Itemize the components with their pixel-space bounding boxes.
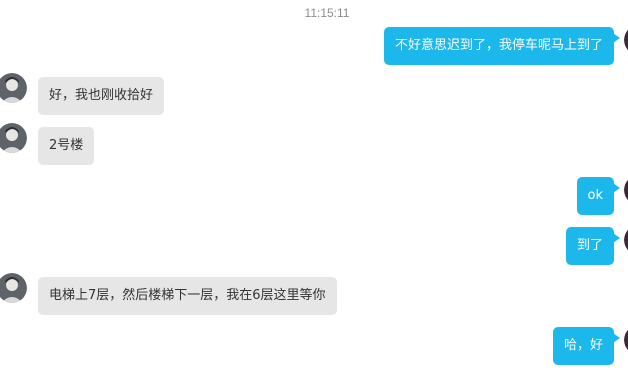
- user-avatar[interactable]: [624, 175, 628, 205]
- contact-avatar-icon: [0, 73, 27, 103]
- contact-avatar-icon: [0, 273, 27, 303]
- contact-avatar[interactable]: [0, 73, 27, 103]
- message-bubble-incoming[interactable]: 好，我也刚收拾好: [38, 77, 165, 115]
- message-bubble-outgoing[interactable]: 不好意思迟到了，我停车呢马上到了: [383, 27, 621, 65]
- user-avatar-icon: [624, 179, 628, 201]
- user-avatar-icon: [624, 229, 628, 251]
- chat-window: 11:15:11 不好意思迟到了，我停车呢马上到了 好，我也刚收拾好 2号楼 o…: [0, 0, 628, 373]
- user-avatar-icon: [624, 329, 628, 351]
- user-avatar[interactable]: [624, 25, 628, 55]
- contact-avatar-icon: [0, 123, 27, 153]
- message-bubble-outgoing[interactable]: 到了: [565, 227, 621, 265]
- contact-avatar[interactable]: [0, 273, 27, 303]
- message-bubble-incoming[interactable]: 2号楼: [38, 127, 95, 165]
- message-bubble-outgoing[interactable]: ok: [576, 177, 621, 215]
- contact-avatar[interactable]: [0, 123, 27, 153]
- user-avatar[interactable]: [624, 325, 628, 355]
- message-bubble-outgoing[interactable]: 哈，好: [552, 327, 621, 365]
- user-avatar[interactable]: [624, 225, 628, 255]
- message-bubble-incoming[interactable]: 电梯上7层，然后楼梯下一层，我在6层这里等你: [38, 277, 337, 315]
- message-timestamp: 11:15:11: [304, 6, 350, 20]
- user-avatar-icon: [624, 29, 628, 51]
